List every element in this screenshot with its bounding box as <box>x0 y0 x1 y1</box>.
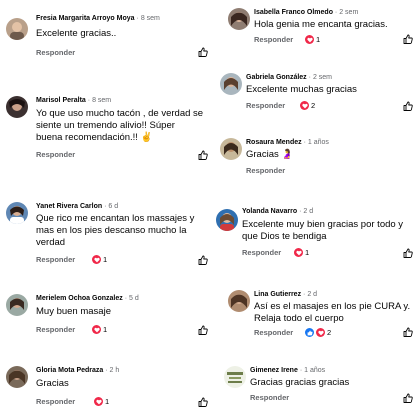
thumbs-up-icon[interactable] <box>403 327 413 337</box>
comment-text: Muy buen masaje <box>36 306 111 317</box>
avatar[interactable] <box>6 294 28 316</box>
comment-author[interactable]: Fresia Margarita Arroyo Moya <box>36 15 135 22</box>
avatar[interactable] <box>220 73 242 95</box>
reaction-count[interactable]: 2 <box>300 101 315 110</box>
comment-time[interactable]: 2 sem <box>313 74 332 81</box>
comment-author[interactable]: Rosaura Mendez <box>246 139 302 146</box>
comment-text: Hola genia me encanta gracias. <box>254 19 388 30</box>
heart-reaction-icon <box>294 248 303 257</box>
avatar[interactable] <box>220 138 242 160</box>
comment-time[interactable]: 8 sem <box>141 15 160 22</box>
comment-time[interactable]: 8 sem <box>92 97 111 104</box>
reaction-count[interactable]: 1 <box>305 35 320 44</box>
thumbs-up-icon[interactable] <box>198 397 208 407</box>
thumbs-up-icon[interactable] <box>403 248 413 258</box>
comments-column-left: Fresia Margarita Arroyo Moya · 8 sem Exc… <box>0 0 208 416</box>
avatar[interactable] <box>6 202 28 224</box>
thumbs-up-icon[interactable] <box>198 150 208 160</box>
separator: · <box>136 15 139 22</box>
reaction-count[interactable]: 1 <box>94 397 109 406</box>
comment-text: Excelente muchas gracias <box>246 84 357 95</box>
separator: · <box>303 291 306 298</box>
comment-author[interactable]: Gabriela González <box>246 74 307 81</box>
reply-button[interactable]: Responder <box>254 328 293 337</box>
reply-button[interactable]: Responder <box>246 166 285 175</box>
heart-reaction-icon <box>300 101 309 110</box>
like-reaction-icon <box>305 328 314 337</box>
thumbs-up-icon[interactable] <box>403 101 413 111</box>
thumbs-up-icon[interactable] <box>198 47 208 57</box>
comment-time[interactable]: 5 d <box>129 295 139 302</box>
comment-author[interactable]: Gimenez Irene <box>250 367 298 374</box>
thumbs-up-icon[interactable] <box>198 325 208 335</box>
comment-author[interactable]: Yolanda Navarro <box>242 208 297 215</box>
reply-button[interactable]: Responder <box>246 101 285 110</box>
reply-button[interactable]: Responder <box>242 248 281 257</box>
comment-author[interactable]: Isabella Franco Olmedo <box>254 9 333 16</box>
avatar[interactable] <box>228 290 250 312</box>
comment-time[interactable]: 6 d <box>108 203 118 210</box>
reply-button[interactable]: Responder <box>36 325 75 334</box>
separator: · <box>303 139 306 146</box>
heart-reaction-icon <box>92 255 101 264</box>
comment-time[interactable]: 1 años <box>304 367 325 374</box>
comment-text: Yo que uso mucho tacón , de verdad se si… <box>36 108 204 143</box>
avatar[interactable] <box>6 96 28 118</box>
comments-column-right: Isabella Franco Olmedo · 2 sem Hola geni… <box>208 0 416 416</box>
comment-time[interactable]: 2 h <box>110 367 120 374</box>
heart-reaction-icon <box>316 328 325 337</box>
comment-text: Excelente muy bien gracias por todo y qu… <box>242 219 404 242</box>
comment-time[interactable]: 1 años <box>308 139 329 146</box>
thumbs-up-icon[interactable] <box>403 393 413 403</box>
comment-author[interactable]: Gloria Mota Pedraza <box>36 367 103 374</box>
comment-time[interactable]: 2 d <box>307 291 317 298</box>
thumbs-up-icon[interactable] <box>403 34 413 44</box>
reply-button[interactable]: Responder <box>36 48 75 57</box>
heart-reaction-icon <box>92 325 101 334</box>
avatar[interactable] <box>228 8 250 30</box>
comment-text: Excelente gracias.. <box>36 28 117 39</box>
heart-reaction-icon <box>94 397 103 406</box>
comment-text: Gracias gracias gracias <box>250 377 350 388</box>
reply-button[interactable]: Responder <box>36 150 75 159</box>
comment-text: Así es el masajes en los pie CURA y. Rel… <box>254 301 411 324</box>
avatar[interactable] <box>6 18 28 40</box>
comment-text: Gracias <box>36 378 69 389</box>
reply-button[interactable]: Responder <box>254 35 293 44</box>
thumbs-up-icon[interactable] <box>198 255 208 265</box>
comment-time[interactable]: 2 sem <box>339 9 358 16</box>
separator: · <box>104 203 107 210</box>
reaction-count[interactable]: 2 <box>305 328 331 337</box>
separator: · <box>124 295 128 302</box>
comment-text: Gracias 🤰 <box>246 149 294 160</box>
comment-author[interactable]: Merielem Ochoa Gonzalez <box>36 295 123 302</box>
avatar[interactable] <box>6 366 28 388</box>
reaction-count[interactable]: 1 <box>92 255 107 264</box>
comment-author[interactable]: Yanet Rivera Carlon <box>36 203 102 210</box>
separator: · <box>299 208 302 215</box>
reaction-count[interactable]: 1 <box>294 248 309 257</box>
comment-text: Que rico me encantan los massajes y mas … <box>36 213 195 248</box>
separator: · <box>105 367 108 374</box>
reply-button[interactable]: Responder <box>36 397 75 406</box>
comment-author[interactable]: Lina Gutierrez <box>254 291 301 298</box>
separator: · <box>308 74 311 81</box>
separator: · <box>87 97 91 104</box>
avatar[interactable] <box>224 366 246 388</box>
heart-reaction-icon <box>305 35 314 44</box>
reaction-count[interactable]: 1 <box>92 325 107 334</box>
comment-author[interactable]: Marisol Peralta <box>36 97 86 104</box>
comment-time[interactable]: 2 d <box>303 208 313 215</box>
reply-button[interactable]: Responder <box>36 255 75 264</box>
reply-button[interactable]: Responder <box>250 393 289 402</box>
separator: · <box>334 9 338 16</box>
avatar[interactable] <box>216 209 238 231</box>
separator: · <box>299 367 303 374</box>
